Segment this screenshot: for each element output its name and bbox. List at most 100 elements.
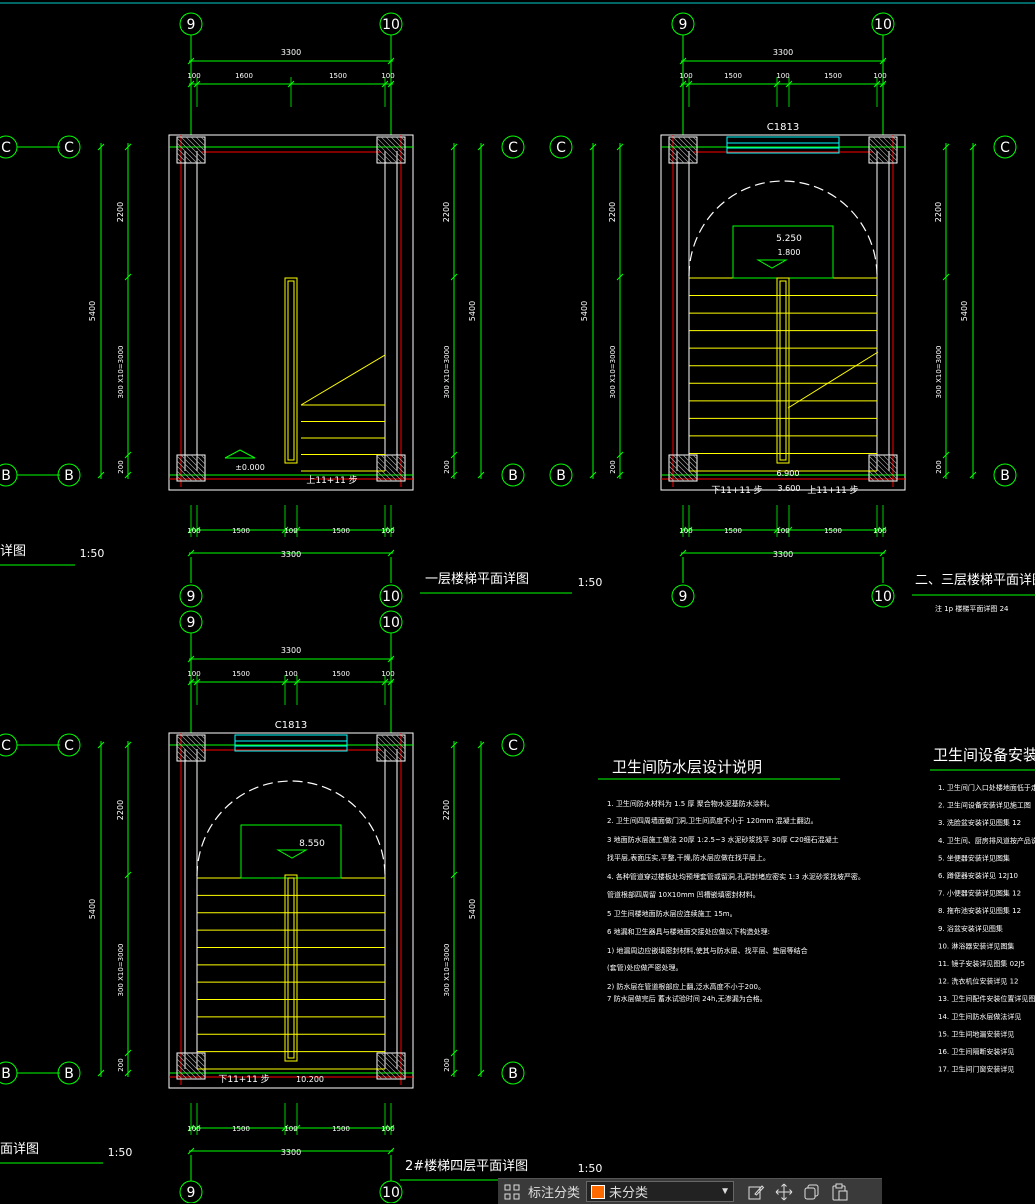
dim-bottom-part: 1500 (824, 527, 842, 535)
edit-icon[interactable] (742, 1179, 770, 1204)
dim-total-bottom: 3300 (281, 1148, 301, 1157)
dim-vert-steps: 300 X10=3000 (117, 944, 125, 997)
cut-title-bottom: 面详图 (0, 1142, 39, 1157)
equipment-notes-title: 卫生间设备安装说 (933, 746, 1035, 764)
dim-vert-total: 5400 (960, 301, 969, 321)
axis-bubble-9-top: 9 (187, 615, 196, 631)
equipment-note-line: 5. 坐便器安装详见图集 (938, 853, 1010, 862)
dim-vert-total: 5400 (468, 301, 477, 321)
dim-bottom-part: 100 (284, 527, 297, 535)
equipment-note-line: 2. 卫生间设备安装详见施工图 (938, 801, 1031, 810)
equipment-note-line: 17. 卫生间门窗安装详见 (938, 1065, 1014, 1074)
axis-bubble-c-right: C (1000, 140, 1010, 156)
axis-bubble-10-top: 10 (382, 17, 400, 33)
elevation-low: 6.900 (777, 469, 800, 478)
waterproof-note-line: 4. 各种管道穿过楼板处均预埋套管或留洞,孔洞封堵应密实 1:3 水泥砂浆找坡严… (607, 872, 865, 881)
axis-bubble-b-left: B (64, 1066, 74, 1082)
dim-bottom-part: 100 (381, 527, 394, 535)
dim-top-part: 1500 (724, 72, 742, 80)
dim-top-part: 1500 (232, 670, 250, 678)
plan-sub-note: 注 1p 楼梯平面详图 24 (935, 604, 1009, 613)
axis-bubble-c-right: C (508, 738, 518, 754)
axis-bubble-cut-label: C (1, 140, 11, 156)
axis-bubble-c-left: C (64, 140, 74, 156)
axis-bubble-9-bottom: 9 (187, 1185, 196, 1201)
axis-bubble-cut-label: B (1, 1066, 11, 1082)
equipment-note-line: 12. 洗衣机位安装详见 12 (938, 977, 1019, 986)
waterproof-note-line: 1. 卫生间防水材料为 1.5 厚 聚合物水泥基防水涂料。 (607, 799, 774, 808)
stair-note-up: 上11+11 步 (306, 475, 357, 486)
annotation-toolbar: 标注分类 未分类 ▼ (498, 1178, 882, 1204)
dim-bottom-part: 100 (679, 527, 692, 535)
waterproof-note-line: 6 地漏和卫生器具与楼地面交接处应做以下构造处理: (607, 927, 770, 936)
cad-drawing-canvas[interactable]: 9 10 3300 100 1600 1500 100 C C B B 5400 5400 2200 300… (0, 0, 1035, 1203)
plan-title: 一层楼梯平面详图 (425, 572, 529, 587)
equipment-note-line: 3. 洗脸盆安装详见图集 12 (938, 818, 1021, 827)
dim-vert-total: 5400 (88, 301, 97, 321)
dim-vert-steps: 300 X10=3000 (609, 346, 617, 399)
landing-elevation: 8.550 (299, 839, 325, 849)
window-label: C1813 (275, 720, 307, 731)
elevation-mid: 3.600 (778, 484, 801, 493)
paste-icon[interactable] (826, 1179, 854, 1204)
move-icon[interactable] (770, 1179, 798, 1204)
dim-total-bottom: 3300 (281, 550, 301, 559)
dim-vert-200: 200 (935, 460, 943, 473)
dim-vert-2200: 2200 (442, 800, 451, 820)
cut-scale-top: 1:50 (80, 547, 105, 560)
dim-top-part: 100 (284, 670, 297, 678)
axis-bubble-cut-label: B (1, 468, 11, 484)
dim-bottom-part: 100 (284, 1125, 297, 1133)
axis-bubble-b-right: B (508, 468, 518, 484)
equipment-note-line: 10. 淋浴器安装详见图集 (938, 941, 1014, 950)
axis-bubble-b-right: B (1000, 468, 1010, 484)
equipment-note-line: 8. 拖布池安装详见图集 12 (938, 906, 1021, 915)
dim-top-part: 1500 (332, 670, 350, 678)
stair-note-down: 下11+11 步 (218, 1074, 269, 1085)
dim-vert-200: 200 (117, 460, 125, 473)
grid-icon[interactable] (498, 1179, 526, 1204)
dim-top-part: 100 (679, 72, 692, 80)
dim-vert-steps: 300 X10=3000 (935, 346, 943, 399)
dim-vert-2200: 2200 (116, 202, 125, 222)
axis-bubble-9-bottom: 9 (679, 589, 688, 605)
dim-bottom-part: 1500 (332, 1125, 350, 1133)
equipment-note-line: 16. 卫生间隔断安装详见 (938, 1047, 1014, 1056)
dim-top-part: 100 (873, 72, 886, 80)
chevron-down-icon: ▼ (720, 1186, 730, 1197)
dim-bottom-part: 1500 (724, 527, 742, 535)
dim-top-part: 1500 (824, 72, 842, 80)
cut-scale-bottom: 1:50 (108, 1146, 133, 1159)
layer-color-swatch (591, 1184, 606, 1199)
waterproof-note-line: 3 地面防水层施工做法 20厚 1:2.5~3 水泥砂浆找平 30厚 C20细石… (607, 835, 839, 844)
stair-note-up: 上11+11 步 (807, 485, 858, 496)
dim-top-part: 100 (187, 72, 200, 80)
plan-scale: 1:50 (578, 576, 603, 589)
dim-top-part: 100 (381, 670, 394, 678)
plan-scale: 1:50 (578, 1162, 603, 1175)
dim-top-part: 100 (187, 670, 200, 678)
dim-vert-2200: 2200 (934, 202, 943, 222)
waterproof-note-line: 2. 卫生间四周墙面做门洞,卫生间高度不小于 120mm 混凝土翻边。 (607, 816, 818, 825)
waterproof-note-line: (套管)处应做严密处理。 (607, 963, 682, 972)
annotation-category-value: 未分类 (609, 1185, 649, 1200)
waterproof-note-line: 2) 防水层在管道根部应上翻,泛水高度不小于200。 (607, 982, 765, 991)
annotation-category-select[interactable]: 未分类 ▼ (586, 1181, 735, 1202)
landing-elevation-2: 1.800 (778, 248, 801, 257)
waterproof-note-line: 1) 地漏周边应嵌填密封材料,使其与防水层、找平层、垫层等结合 (607, 946, 808, 955)
dim-vert-steps: 300 X10=3000 (443, 346, 451, 399)
waterproof-notes-title: 卫生间防水层设计说明 (612, 758, 762, 776)
copy-icon[interactable] (798, 1179, 826, 1204)
axis-bubble-9-top: 9 (187, 17, 196, 33)
axis-bubble-9-top: 9 (679, 17, 688, 33)
dim-vert-2200: 2200 (442, 202, 451, 222)
plan-title: 二、三层楼梯平面详图 (915, 573, 1035, 588)
dim-top-part: 100 (776, 72, 789, 80)
dim-vert-total: 5400 (468, 899, 477, 919)
axis-bubble-10-bottom: 10 (382, 1185, 400, 1201)
dim-total-top: 3300 (281, 646, 301, 655)
axis-bubble-cut-label: C (1, 738, 11, 754)
dim-vert-steps: 300 X10=3000 (443, 944, 451, 997)
window-label: C1813 (767, 122, 799, 133)
dim-vert-steps: 300 X10=3000 (117, 346, 125, 399)
